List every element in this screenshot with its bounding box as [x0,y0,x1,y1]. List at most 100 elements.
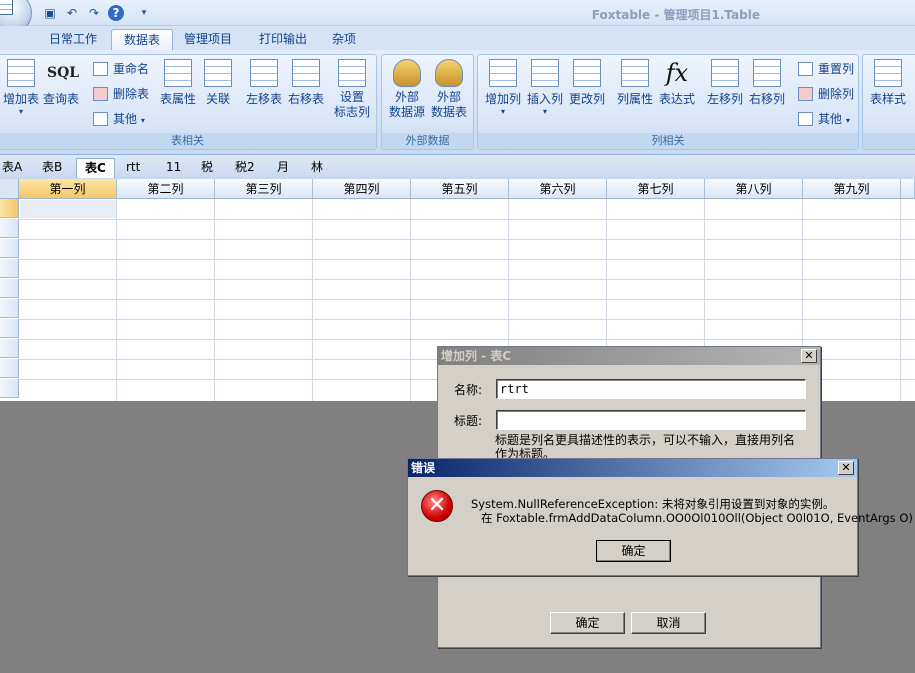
row-header[interactable] [0,319,19,338]
sheet-tab[interactable]: 表B [34,158,70,178]
help-icon[interactable]: ? [108,5,124,21]
add-table-icon [7,59,35,87]
row-header[interactable] [0,239,19,258]
sheet-tab[interactable]: 税 [193,158,221,178]
column-header[interactable]: 第九列 [803,179,901,199]
column-header[interactable]: 第四列 [313,179,411,199]
column-header[interactable]: 第七列 [607,179,705,199]
column-other-button[interactable]: 其他 ▾ [798,109,850,129]
cancel-button[interactable]: 取消 [631,612,706,634]
grid-corner[interactable] [0,179,19,199]
delete-icon [798,87,813,101]
row-header[interactable] [0,379,19,398]
grid-line [214,199,215,401]
table-style-button[interactable]: 表样式 [867,59,909,107]
ribbon: 增加表 ▾ SQL 查询表 重命名 删除表 其他 ▾ 表属性 关联 左移表 右移表 … [0,50,915,155]
sheet-tab[interactable]: 林 [303,158,331,178]
row-header[interactable] [0,259,19,278]
delete-table-button[interactable]: 删除表 [93,84,149,104]
sql-icon: SQL [47,65,80,81]
grid-line [116,199,117,401]
name-input[interactable]: rtrt [496,379,806,399]
redo-icon[interactable]: ↷ [86,5,102,21]
tab-print-output[interactable]: 打印输出 [247,29,319,50]
row-header[interactable] [0,219,19,238]
customize-icon[interactable]: ▾ [136,5,152,21]
external-table-button[interactable]: 外部 数据表 [428,59,470,120]
sheet-tab-bar: 表A 表B 表C rtt 11 税 税2 月 林 [0,155,915,179]
tab-data-table[interactable]: 数据表 [111,29,174,50]
column-header[interactable]: 第八列 [705,179,803,199]
row-header[interactable] [0,199,19,218]
table-icon [93,112,108,126]
table-props-button[interactable]: 表属性 [157,59,199,107]
insert-column-button[interactable]: 插入列 ▾ [524,59,566,116]
chevron-down-icon: ▾ [500,107,505,116]
properties-icon [164,59,192,87]
move-table-right-button[interactable]: 右移表 [285,59,327,107]
delete-column-button[interactable]: 删除列 [798,84,854,104]
chevron-down-icon: ▾ [845,116,850,125]
properties-icon [621,59,649,87]
move-right-icon [753,59,781,87]
modify-column-button[interactable]: 更改列 [566,59,608,107]
caption-label: 标题: [454,414,483,428]
move-table-left-button[interactable]: 左移表 [243,59,285,107]
error-ok-button[interactable]: 确定 [596,540,671,562]
table-other-button[interactable]: 其他 ▾ [93,109,145,129]
relation-button[interactable]: 关联 [201,59,235,107]
group-label: 列相关 [478,133,858,149]
move-left-icon [250,59,278,87]
reset-icon [798,62,813,76]
column-props-button[interactable]: 列属性 [614,59,656,107]
column-header-empty [901,179,915,199]
title-bar: ▣ ↶ ↷ ? ▾ Foxtable - 管理项目1.Table [0,0,915,34]
save-icon[interactable]: ▣ [42,5,58,21]
sheet-tab[interactable]: 月 [269,158,297,178]
error-icon: ✕ [421,490,453,522]
selected-cell[interactable] [20,200,116,218]
table-group: 增加表 ▾ SQL 查询表 重命名 删除表 其他 ▾ 表属性 关联 左移表 右移表 … [0,54,377,150]
row-header[interactable] [0,359,19,378]
add-table-button[interactable]: 增加表 ▾ [1,59,41,116]
close-icon[interactable]: ✕ [838,461,854,475]
row-header[interactable] [0,339,19,358]
sheet-tab[interactable]: 11 [158,158,189,178]
relation-icon [204,59,232,87]
reset-column-button[interactable]: 重置列 [798,59,854,79]
expression-button[interactable]: fx 表达式 [656,59,698,107]
caption-hint: 标题是列名更具描述性的表示，可以不输入，直接用列名 作为标题。 [495,433,796,461]
database-table-icon [435,59,463,87]
rename-table-button[interactable]: 重命名 [93,59,149,79]
group-label: 表相关 [0,133,376,149]
column-header[interactable]: 第三列 [215,179,313,199]
sheet-tab-active[interactable]: 表C [76,158,115,178]
set-flag-column-button[interactable]: 设置 标志列 [331,59,373,120]
row-header[interactable] [0,279,19,298]
query-table-button[interactable]: SQL 查询表 [41,59,81,107]
column-header[interactable]: 第二列 [117,179,215,199]
ok-button[interactable]: 确定 [550,612,625,634]
tab-daily-work[interactable]: 日常工作 [37,29,109,50]
sheet-tab[interactable]: 表A [0,158,30,178]
grid-line [19,339,915,340]
tab-manage-project[interactable]: 管理项目 [172,29,244,50]
column-header[interactable]: 第五列 [411,179,509,199]
delete-icon [93,87,108,101]
chevron-down-icon: ▾ [18,107,23,116]
tab-misc[interactable]: 杂项 [320,29,368,50]
move-column-right-button[interactable]: 右移列 [746,59,788,107]
column-header[interactable]: 第一列 [19,179,117,199]
add-column-button[interactable]: 增加列 ▾ [482,59,524,116]
row-header[interactable] [0,299,19,318]
sheet-tab[interactable]: 税2 [227,158,263,178]
column-header[interactable]: 第六列 [509,179,607,199]
external-source-button[interactable]: 外部 数据源 [386,59,428,120]
grid-line [19,319,915,320]
grid-line [19,239,915,240]
move-column-left-button[interactable]: 左移列 [704,59,746,107]
sheet-tab[interactable]: rtt [118,158,148,178]
close-icon[interactable]: ✕ [801,349,817,363]
caption-input[interactable] [496,410,806,430]
undo-icon[interactable]: ↶ [64,5,80,21]
